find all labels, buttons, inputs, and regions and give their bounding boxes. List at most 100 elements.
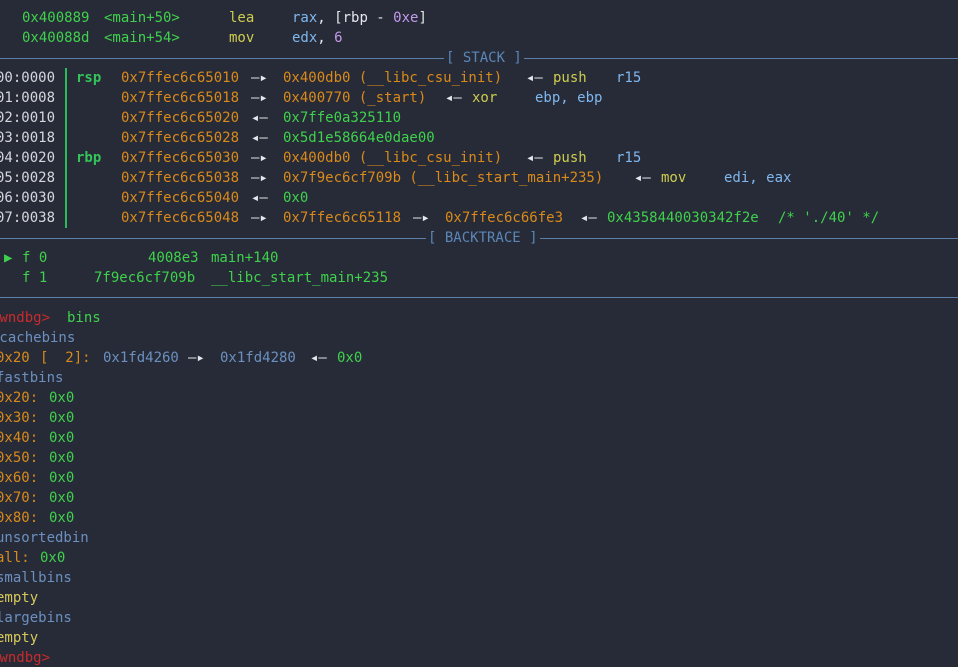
- stack-operands: r15: [616, 70, 642, 86]
- stack-index: 02:0010: [0, 110, 56, 126]
- prompt: pwndbg>: [0, 310, 51, 326]
- stack-value: 0x4358440030342f2e: [607, 210, 759, 226]
- stack-mnemonic: mov: [661, 170, 687, 186]
- backtrace-frame: ▶ f 0 4008e3 main+140: [0, 248, 958, 268]
- stack-register: rsp: [76, 70, 102, 86]
- prompt: pwndbg>: [0, 650, 51, 666]
- terminal-window[interactable]: 0x400889 <main+50> lea rax, [rbp - 0xe] …: [0, 0, 958, 667]
- command-line[interactable]: pwndbg>: [0, 648, 958, 667]
- stack-row: 01:0008 0x7ffec6c65018 —▸ 0x400770 (_sta…: [0, 88, 958, 108]
- fastbin-entry: 0x40: 0x0: [0, 428, 958, 448]
- bin-value: 0x0: [49, 470, 75, 486]
- stack-arrow: —▸: [251, 150, 268, 166]
- pointer-arrow: ◂—: [310, 350, 327, 366]
- stack-separator: [ STACK ]: [0, 48, 958, 68]
- stack-mnemonic: xor: [472, 90, 498, 106]
- command-line: pwndbg> bins: [0, 308, 958, 328]
- disasm-address: 0x40088d: [22, 30, 90, 46]
- stack-arrow: ◂—: [526, 70, 543, 86]
- stack-row: 04:0020 rbp 0x7ffec6c65030 —▸ 0x400db0 (…: [0, 148, 958, 168]
- stack-mnemonic: push: [553, 150, 587, 166]
- fastbin-entry: 0x80: 0x0: [0, 508, 958, 528]
- stack-address: 0x7ffec6c65028: [121, 130, 240, 146]
- stack-label: [ STACK ]: [446, 50, 522, 66]
- stack-comment: /* './40' */: [778, 210, 880, 226]
- bin-size: 0x50:: [0, 450, 39, 466]
- stack-value: 0x7f9ec6cf709b (__libc_start_main+235): [283, 170, 604, 186]
- fastbin-entry: 0x70: 0x0: [0, 488, 958, 508]
- bin-size: 0x20:: [0, 390, 39, 406]
- chunk-pointer: 0x1fd4280: [220, 350, 296, 366]
- stack-arrow: ◂—: [580, 210, 597, 226]
- disasm-address: 0x400889: [22, 10, 90, 26]
- bin-label: all:: [0, 550, 30, 566]
- stack-value: 0x7ffe0a325110: [283, 110, 402, 126]
- disasm-operands: rax, [rbp - 0xe]: [292, 10, 427, 26]
- bins-heading: largebins: [0, 610, 72, 626]
- stack-index: 05:0028: [0, 170, 56, 186]
- stack-register: rbp: [76, 150, 102, 166]
- stack-address: 0x7ffec6c65040: [121, 190, 240, 206]
- backtrace-frame: f 1 7f9ec6cf709b __libc_start_main+235: [0, 268, 958, 288]
- bin-value: 0x0: [49, 450, 75, 466]
- command-text: bins: [67, 310, 101, 326]
- fastbin-entry: 0x60: 0x0: [0, 468, 958, 488]
- stack-row: 03:0018 0x7ffec6c65028 ◂— 0x5d1e58664e0d…: [0, 128, 958, 148]
- stack-address: 0x7ffec6c65018: [121, 90, 240, 106]
- stack-value: 0x400db0 (__libc_csu_init): [283, 70, 503, 86]
- stack-arrow: ◂—: [526, 150, 543, 166]
- stack-address: 0x7ffec6c65020: [121, 110, 240, 126]
- stack-arrow: ◂—: [251, 110, 268, 126]
- unsortedbin-entry: all: 0x0: [0, 548, 958, 568]
- bins-heading: unsortedbin: [0, 530, 89, 546]
- stack-row: 07:0038 0x7ffec6c65048 —▸ 0x7ffec6c65118…: [0, 208, 958, 228]
- stack-address: 0x7ffec6c65010: [121, 70, 240, 86]
- stack-address: 0x7ffec6c65048: [121, 210, 240, 226]
- bins-heading: smallbins: [0, 570, 72, 586]
- stack-value: 0x400db0 (__libc_csu_init): [283, 150, 503, 166]
- stack-operands: r15: [616, 150, 642, 166]
- bin-count: [ 2]:: [40, 350, 91, 366]
- bins-heading: tcachebins: [0, 330, 76, 346]
- stack-arrow: —▸: [251, 210, 268, 226]
- stack-operands: edi, eax: [724, 170, 792, 186]
- frame-address: 7f9ec6cf709b: [94, 270, 196, 286]
- stack-arrow: ◂—: [634, 170, 651, 186]
- bin-size: 0x40:: [0, 430, 39, 446]
- stack-row: 05:0028 0x7ffec6c65038 —▸ 0x7f9ec6cf709b…: [0, 168, 958, 188]
- stack-address: 0x7ffec6c65030: [121, 150, 240, 166]
- frame-symbol: __libc_start_main+235: [211, 270, 389, 286]
- stack-arrow: ◂—: [445, 90, 462, 106]
- fastbin-entry: 0x20: 0x0: [0, 388, 958, 408]
- largebins-entry: empty: [0, 630, 39, 646]
- chunk-pointer: 0x1fd4260: [103, 350, 179, 366]
- stack-arrow: —▸: [413, 210, 430, 226]
- bin-size: 0x30:: [0, 410, 39, 426]
- frame-symbol: main+140: [211, 250, 279, 266]
- stack-row: 06:0030 0x7ffec6c65040 ◂— 0x0: [0, 188, 958, 208]
- frame-number: f 0: [22, 250, 48, 266]
- bin-value: 0x0: [40, 550, 66, 566]
- stack-arrow: ◂—: [251, 190, 268, 206]
- pointer-arrow: —▸: [188, 350, 205, 366]
- stack-value: 0x0: [283, 190, 309, 206]
- stack-row: 02:0010 0x7ffec6c65020 ◂— 0x7ffe0a325110: [0, 108, 958, 128]
- stack-index: 07:0038: [0, 210, 56, 226]
- bins-heading: fastbins: [0, 370, 64, 386]
- stack-mnemonic: push: [553, 70, 587, 86]
- bin-value: 0x0: [49, 490, 75, 506]
- stack-operands: ebp, ebp: [535, 90, 603, 106]
- bin-value: 0x0: [49, 410, 75, 426]
- bin-size: 0x20: [0, 350, 30, 366]
- disasm-line: 0x400889 <main+50> lea rax, [rbp - 0xe]: [0, 8, 958, 28]
- stack-arrow: —▸: [251, 70, 268, 86]
- stack-arrow: ◂—: [251, 130, 268, 146]
- stack-index: 04:0020: [0, 150, 56, 166]
- stack-value: 0x5d1e58664e0dae00: [283, 130, 435, 146]
- stack-row: 00:0000 rsp 0x7ffec6c65010 —▸ 0x400db0 (…: [0, 68, 958, 88]
- chunk-pointer: 0x0: [337, 350, 363, 366]
- bin-value: 0x0: [49, 430, 75, 446]
- backtrace-separator: [ BACKTRACE ]: [0, 228, 958, 248]
- bin-size: 0x80:: [0, 510, 39, 526]
- bin-value: 0x0: [49, 510, 75, 526]
